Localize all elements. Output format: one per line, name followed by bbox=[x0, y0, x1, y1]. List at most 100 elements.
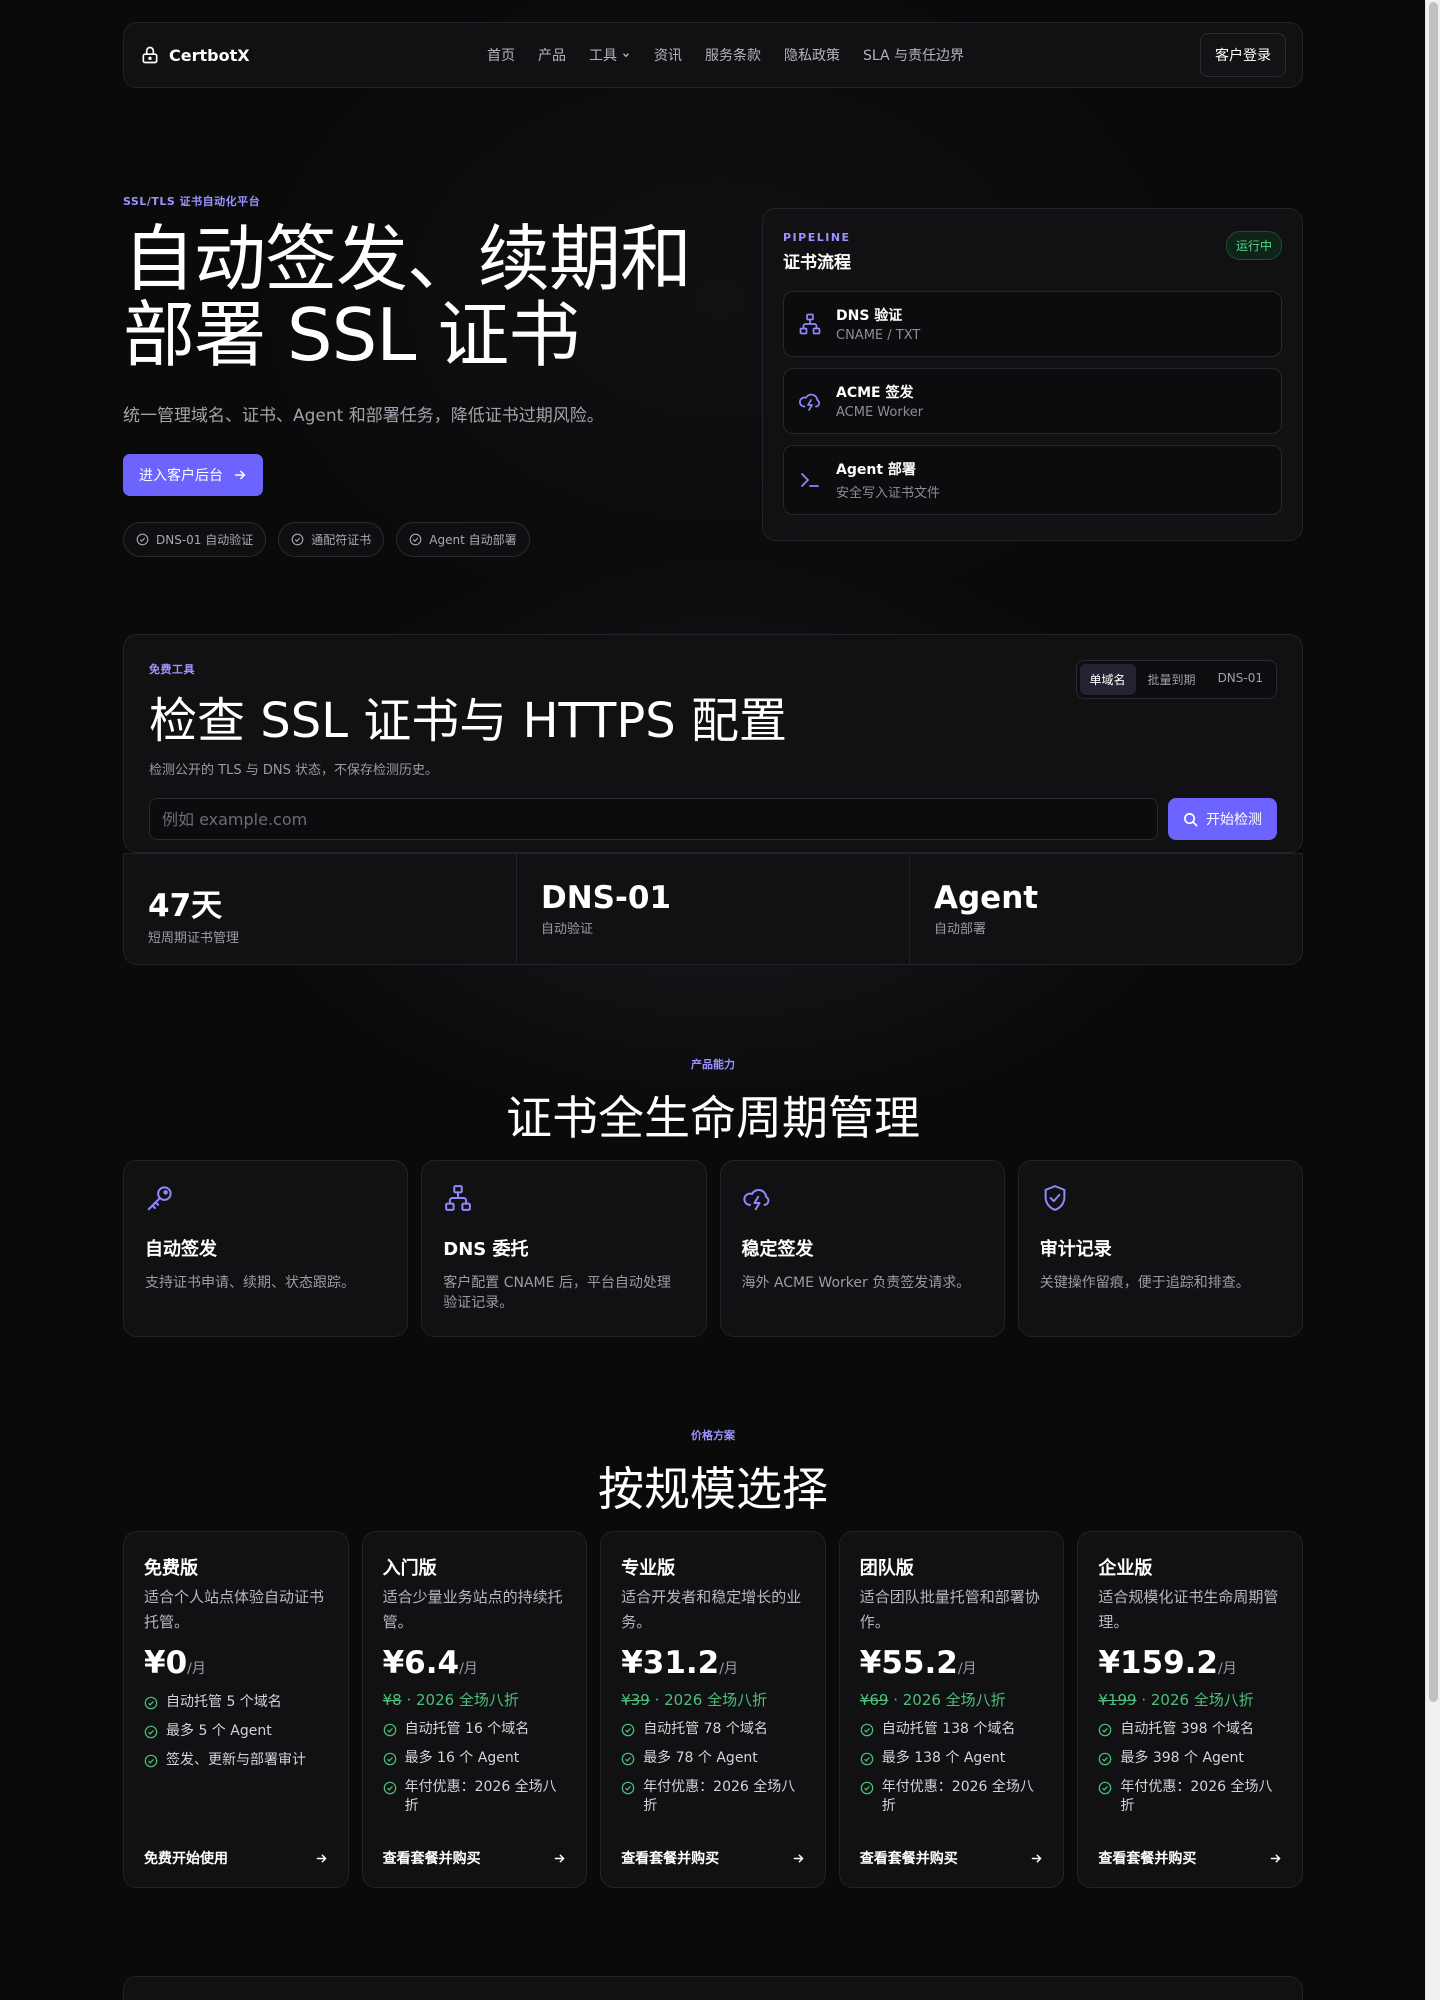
plan-old-price: ¥69 bbox=[859, 1691, 889, 1709]
chip-agent: Agent 自动部署 bbox=[396, 522, 530, 557]
plan-cta-label: 免费开始使用 bbox=[144, 1851, 228, 1867]
plan-price-value: ¥55.2 bbox=[859, 1645, 958, 1681]
plan-cta-free[interactable]: 免费开始使用 bbox=[144, 1848, 328, 1868]
shield-check-icon bbox=[1044, 1185, 1066, 1211]
check-circle-icon bbox=[291, 533, 304, 546]
tab-dns01[interactable]: DNS-01 bbox=[1208, 664, 1273, 695]
check-circle-icon bbox=[383, 1781, 396, 1795]
pipeline-title: 证书流程 bbox=[783, 253, 851, 273]
plan-card-starter: 入门版 适合少量业务站点的持续托管。 ¥6.4/月 ¥8 · 2026 全场八折… bbox=[361, 1531, 588, 1888]
nav-link-tools[interactable]: 工具 bbox=[589, 45, 631, 65]
plan-desc: 适合团队批量托管和部署协作。 bbox=[859, 1588, 1040, 1631]
plan-price-period: /月 bbox=[187, 1661, 206, 1677]
plan-cta-pro[interactable]: 查看套餐并购买 bbox=[621, 1848, 805, 1868]
feature-card: 审计记录 关键操作留痕，便于追踪和排查。 bbox=[1017, 1160, 1303, 1337]
check-circle-icon bbox=[860, 1752, 874, 1766]
nav-link-home[interactable]: 首页 bbox=[487, 45, 515, 65]
plan-feature: 年付优惠：2026 全场八折 bbox=[860, 1778, 1044, 1816]
plan-price-value: ¥31.2 bbox=[621, 1645, 720, 1681]
nav-link-terms[interactable]: 服务条款 bbox=[705, 45, 761, 65]
arrow-right-icon bbox=[554, 1854, 565, 1862]
plan-card-pro: 专业版 适合开发者和稳定增长的业务。 ¥31.2/月 ¥39 · 2026 全场… bbox=[600, 1531, 826, 1888]
step-desc: 安全写入证书文件 bbox=[836, 486, 941, 501]
plan-feature: 自动托管 16 个域名 bbox=[383, 1720, 567, 1739]
hero-chips: DNS-01 自动验证 通配符证书 Agent 自动部署 bbox=[123, 522, 723, 557]
plan-price: ¥55.2/月 bbox=[860, 1645, 1044, 1681]
plan-price-period: /月 bbox=[719, 1661, 738, 1677]
chevron-down-icon bbox=[623, 53, 629, 58]
ssl-checker-card: 免费工具 检查 SSL 证书与 HTTPS 配置 检测公开的 TLS 与 DNS… bbox=[123, 634, 1303, 853]
login-button[interactable]: 客户登录 bbox=[1200, 33, 1286, 77]
feature-desc: 客户配置 CNAME 后，平台自动处理验证记录。 bbox=[443, 1275, 671, 1311]
lock-icon bbox=[142, 46, 158, 64]
enter-console-button[interactable]: 进入客户后台 bbox=[123, 454, 263, 496]
start-check-button[interactable]: 开始检测 bbox=[1168, 798, 1277, 840]
plan-feature-text: 年付优惠：2026 全场八折 bbox=[643, 1779, 796, 1814]
brand-logo[interactable]: CertbotX bbox=[140, 45, 250, 65]
feature-title: 审计记录 bbox=[1039, 1239, 1112, 1260]
plan-price-value: ¥6.4 bbox=[382, 1645, 460, 1681]
plan-price: ¥159.2/月 bbox=[1098, 1645, 1282, 1681]
check-circle-icon bbox=[621, 1723, 635, 1737]
plan-card-team: 团队版 适合团队批量托管和部署协作。 ¥55.2/月 ¥69 · 2026 全场… bbox=[838, 1531, 1065, 1888]
domain-input[interactable] bbox=[149, 798, 1158, 840]
search-icon bbox=[1184, 812, 1198, 826]
tab-batch-expiry[interactable]: 批量到期 bbox=[1138, 664, 1206, 695]
start-check-label: 开始检测 bbox=[1206, 812, 1262, 828]
plan-promo: ¥8 · 2026 全场八折 bbox=[383, 1689, 567, 1710]
features-eyebrow: 产品能力 bbox=[691, 1058, 735, 1071]
nav-link-privacy[interactable]: 隐私政策 bbox=[784, 45, 840, 65]
plan-feature-text: 自动托管 78 个域名 bbox=[643, 1721, 768, 1737]
stat-item: Agent 自动部署 bbox=[910, 854, 1302, 964]
plan-cta-enterprise[interactable]: 查看套餐并购买 bbox=[1098, 1848, 1282, 1868]
plan-feature-text: 最多 78 个 Agent bbox=[643, 1750, 758, 1766]
plan-features: 自动托管 16 个域名 最多 16 个 Agent 年付优惠：2026 全场八折 bbox=[383, 1720, 567, 1816]
feature-card: DNS 委托 客户配置 CNAME 后，平台自动处理验证记录。 bbox=[421, 1160, 707, 1337]
scrollbar-thumb[interactable] bbox=[1429, 2, 1438, 1702]
tab-single-domain[interactable]: 单域名 bbox=[1079, 664, 1136, 695]
plan-feature-text: 最多 5 个 Agent bbox=[166, 1723, 272, 1739]
nav-link-sla[interactable]: SLA 与责任边界 bbox=[863, 45, 964, 65]
step-name: Agent 部署 bbox=[836, 462, 916, 478]
stats-bar: 47天 短周期证书管理 DNS-01 自动验证 Agent 自动部署 bbox=[123, 853, 1303, 965]
plan-name: 团队版 bbox=[859, 1558, 914, 1579]
arrow-right-icon bbox=[1032, 1854, 1042, 1862]
check-circle-icon bbox=[1099, 1781, 1112, 1795]
plan-price-period: /月 bbox=[459, 1661, 478, 1677]
plan-card-free: 免费版 适合个人站点体验自动证书托管。 ¥0/月 自动托管 5 个域名 最多 5… bbox=[123, 1531, 349, 1888]
plan-features: 自动托管 398 个域名 最多 398 个 Agent 年付优惠：2026 全场… bbox=[1098, 1720, 1282, 1816]
key-icon bbox=[147, 1186, 172, 1211]
plan-promo-text: · 2026 全场八折 bbox=[649, 1691, 768, 1709]
check-circle-icon bbox=[1099, 1723, 1112, 1737]
pipeline-step-acme: ACME 签发 ACME Worker bbox=[783, 368, 1282, 434]
next-section-card bbox=[123, 1976, 1303, 2000]
check-circle-icon bbox=[383, 1723, 396, 1737]
plan-feature-text: 最多 138 个 Agent bbox=[881, 1750, 1006, 1766]
arrow-right-icon bbox=[793, 1854, 804, 1862]
pricing-header: 价格方案 按规模选择 bbox=[123, 1427, 1303, 1519]
plan-cta-team[interactable]: 查看套餐并购买 bbox=[860, 1848, 1044, 1868]
top-navbar: CertbotX 首页 产品 工具 资讯 服务条款 隐私政策 SLA 与责任边界… bbox=[123, 22, 1303, 88]
status-badge: 运行中 bbox=[1225, 231, 1282, 260]
arrow-right-icon bbox=[1270, 1854, 1281, 1862]
plan-desc: 适合开发者和稳定增长的业务。 bbox=[621, 1588, 802, 1631]
checker-search-row: 开始检测 bbox=[149, 798, 1277, 840]
stat-value: Agent bbox=[934, 880, 1039, 916]
plan-price: ¥31.2/月 bbox=[621, 1645, 805, 1681]
plan-desc: 适合规模化证书生命周期管理。 bbox=[1098, 1588, 1279, 1631]
plan-price-period: /月 bbox=[1218, 1661, 1237, 1677]
feature-card: 稳定签发 海外 ACME Worker 负责签发请求。 bbox=[719, 1160, 1005, 1337]
nav-links: 首页 产品 工具 资讯 服务条款 隐私政策 SLA 与责任边界 bbox=[487, 23, 964, 87]
nav-link-products[interactable]: 产品 bbox=[538, 45, 566, 65]
pricing-title: 按规模选择 bbox=[598, 1462, 828, 1516]
plan-cta-starter[interactable]: 查看套餐并购买 bbox=[383, 1848, 567, 1868]
chip-wildcard: 通配符证书 bbox=[278, 522, 385, 557]
features-grid: 自动签发 支持证书申请、续期、状态跟踪。 DNS 委托 客户配置 CNAME 后… bbox=[123, 1160, 1303, 1337]
chip-label: DNS-01 自动验证 bbox=[156, 533, 254, 547]
plan-price-value: ¥159.2 bbox=[1098, 1645, 1219, 1681]
check-circle-icon bbox=[1099, 1752, 1112, 1766]
checker-mode-tabs: 单域名 批量到期 DNS-01 bbox=[1075, 660, 1277, 699]
plan-feature-text: 年付优惠：2026 全场八折 bbox=[881, 1779, 1034, 1814]
page-scrollbar[interactable] bbox=[1425, 0, 1440, 2000]
nav-link-news[interactable]: 资讯 bbox=[654, 45, 682, 65]
